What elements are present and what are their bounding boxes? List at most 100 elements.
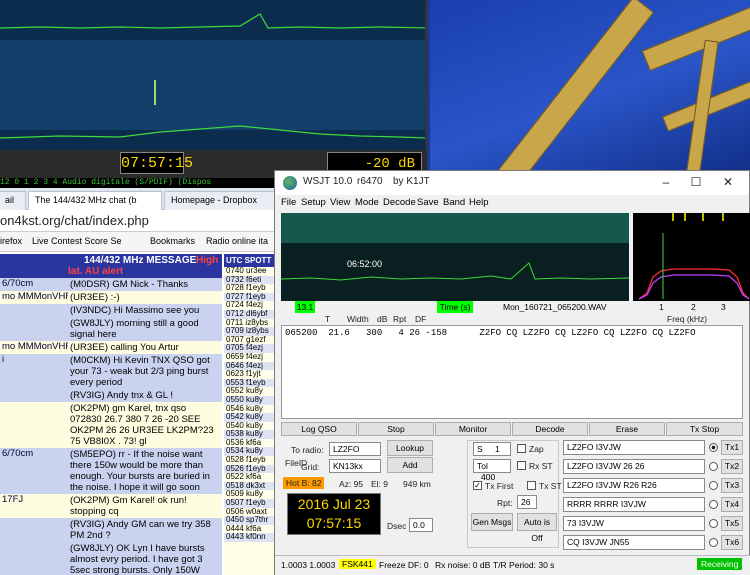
menu-file[interactable]: File [281,197,296,208]
status-mode: FSK441 [339,559,376,569]
wsjt-app-icon [283,176,297,190]
tx-button[interactable]: Tx3 [721,478,743,493]
lookup-button[interactable]: Lookup [387,440,433,456]
auto-off-button[interactable]: Auto is Off [517,513,557,543]
browser-tab[interactable]: ail [0,191,26,210]
elevation-value: El: 9 [371,479,389,489]
wsjt-window: WSJT 10.0 r6470 by K1JT – ☐ ✕ File Setup… [274,170,750,575]
tx-radio[interactable] [709,443,718,452]
minimize-icon[interactable]: – [655,173,677,191]
tx-button[interactable]: Tx2 [721,459,743,474]
close-icon[interactable]: ✕ [717,173,739,191]
dsec-label: Dsec [387,521,407,531]
tx-st-label: Tx ST [539,481,562,491]
chat-row: (IV3NDC) Hi Massimo see you [0,304,222,317]
menu-setup[interactable]: Setup [301,197,326,208]
background-waterfall [0,0,427,150]
waterfall-panel: 06:52:00 [281,213,629,301]
tol-field[interactable]: Tol 400 [473,459,511,482]
tx-radio[interactable] [709,481,718,490]
hot-b-indicator: Hot B: 82 [283,477,325,489]
chat-nick[interactable]: mo MMMonVHF [0,341,68,354]
browser-tab[interactable]: Homepage - Dropbox [164,191,280,210]
menu-view[interactable]: View [330,197,350,208]
chat-message: (GW8JLY) morning still a good signal her… [70,318,199,340]
chat-nick[interactable]: 6/70cm [0,278,68,291]
waterfall-graph [0,0,425,150]
tx-message-field[interactable]: LZ2FO I3VJW R26 R26 [563,478,705,493]
gen-msgs-button[interactable]: Gen Msgs [471,513,513,531]
bookmark-item[interactable]: Radio online ita [206,236,268,246]
tx-message-field[interactable]: CQ I3VJW JN55 [563,535,705,550]
browser-tab-active[interactable]: The 144/432 MHz chat (b [28,191,162,210]
dsec-value[interactable]: 0.0 [409,518,433,532]
to-radio-label: To radio: [291,445,324,455]
bookmark-item[interactable]: irefox [0,236,22,246]
chat-message: (UR3EE) :-) [70,292,120,303]
chat-message: (UR3EE) calling You Artur [70,342,179,353]
tx-message-field[interactable]: RRRR RRRR I3VJW [563,497,705,512]
tx-button[interactable]: Tx6 [721,535,743,550]
spot-row[interactable]: 0443 kf0nn [224,533,280,542]
tx-radio[interactable] [709,462,718,471]
decoded-text-area[interactable]: 065200 21.6 300 4 26 -158 Z2FO CQ LZ2FO … [281,325,743,419]
window-title: WSJT 10.0 [303,176,353,187]
menu-mode[interactable]: Mode [355,197,379,208]
desktop-wallpaper [430,0,750,170]
rx-st-checkbox[interactable] [517,461,526,470]
menu-decode[interactable]: Decode [383,197,416,208]
chat-nick[interactable] [0,317,68,341]
chat-row: 17FJ (OK2PM) Gm Karel! ok run! stopping c… [0,494,222,518]
tx-first-checkbox[interactable]: ✓ [473,481,482,490]
address-bar[interactable]: on4kst.org/chat/index.php [0,210,280,232]
menu-band[interactable]: Band [443,197,465,208]
tx-button[interactable]: Tx4 [721,497,743,512]
tx-message-field[interactable]: LZ2FO I3VJW [563,440,705,455]
tx-radio[interactable] [709,500,718,509]
column-df: DF [415,314,427,324]
bookmark-item[interactable]: Live Contest Score Se [32,236,122,246]
chat-nick[interactable]: 6/70cm [0,448,68,494]
tx-button[interactable]: Tx1 [721,440,743,455]
chat-nick[interactable]: mo MMMonVHF [0,291,68,304]
to-radio-input[interactable]: LZ2FO [329,442,381,456]
grid-input[interactable]: KN13kx [329,459,381,473]
menu-save[interactable]: Save [417,197,439,208]
chat-nick[interactable] [0,304,68,317]
tx-stop-button[interactable]: Tx Stop [666,422,743,436]
chat-nick[interactable] [0,402,68,448]
maximize-icon[interactable]: ☐ [685,173,707,191]
column-db: dB [377,314,388,324]
stop-button[interactable]: Stop [358,422,434,436]
chat-nick[interactable]: i [0,354,68,389]
menu-help[interactable]: Help [469,197,489,208]
tx-radio[interactable] [709,519,718,528]
tx-button[interactable]: Tx5 [721,516,743,531]
bookmark-item[interactable]: Bookmarks [150,236,195,246]
chat-row: 6/70cm (M0DSR) GM Nick - Thanks [0,278,222,291]
chat-row: (RV3IG) Andy tnx & GL ! [0,389,222,402]
bookmarks-bar: irefox Live Contest Score Se Bookmarks R… [0,232,280,252]
chat-message: (OK2PM) Gm Karel! ok run! stopping cq [70,495,187,517]
chat-nick[interactable] [0,542,68,575]
menu-bar: File Setup View Mode Decode Save Band He… [275,195,749,211]
monitor-button[interactable]: Monitor [435,422,511,436]
tx-message-field[interactable]: 73 I3VJW [563,516,705,531]
chat-message: (RV3IG) Andy tnx & GL ! [70,390,173,401]
log-qso-button[interactable]: Log QSO [281,422,357,436]
tx-message-field[interactable]: LZ2FO I3VJW 26 26 [563,459,705,474]
zap-checkbox[interactable] [517,444,526,453]
add-button[interactable]: Add [387,457,433,473]
chat-nick[interactable] [0,389,68,402]
tx-st-checkbox[interactable] [527,481,536,490]
tx-radio[interactable] [709,538,718,547]
chat-body: 6/70cm (M0DSR) GM Nick - Thanks mo MMMonVH… [0,278,222,575]
background-clock: 07:57:15 [120,152,193,174]
s-field[interactable]: S 1 [473,442,511,456]
chat-nick[interactable] [0,518,68,542]
rpt-input[interactable]: 26 [517,495,537,509]
erase-button[interactable]: Erase [589,422,665,436]
chat-nick[interactable]: 17FJ [0,494,68,518]
decode-button[interactable]: Decode [512,422,588,436]
window-revision: r6470 [357,176,383,187]
